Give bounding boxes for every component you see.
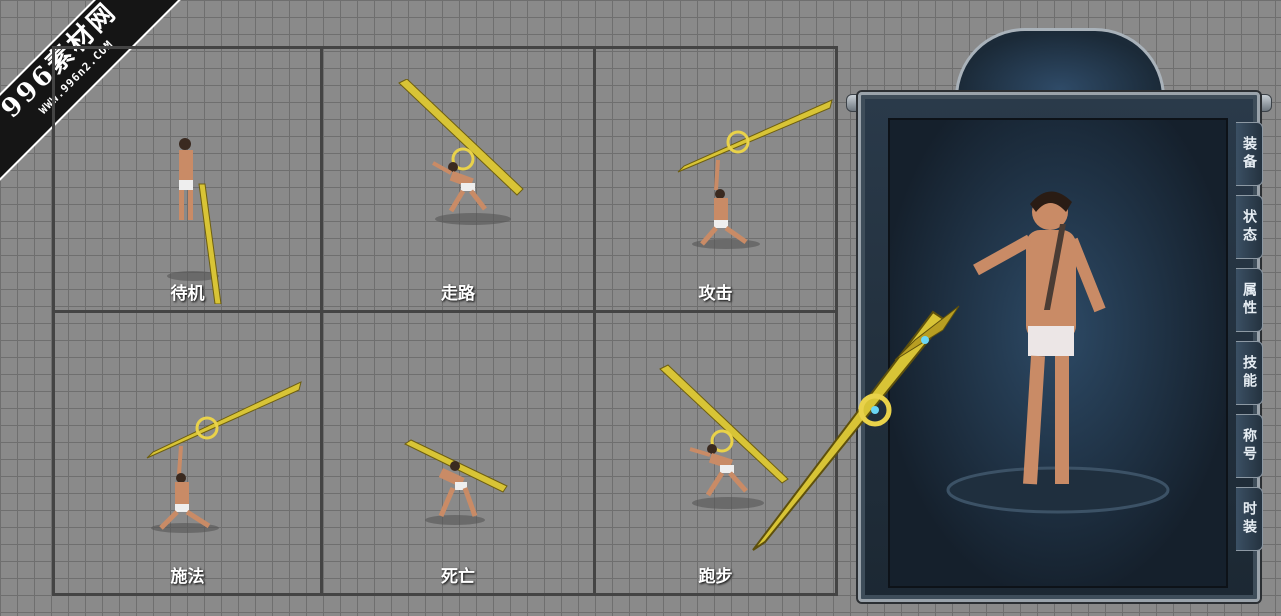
walk-sprite bbox=[398, 79, 524, 225]
attack-sprite bbox=[677, 99, 833, 249]
animation-label: 待机 bbox=[170, 284, 205, 304]
tab-skills[interactable]: 技能 bbox=[1236, 341, 1263, 405]
character-side-tabs: 装备 状态 属性 技能 称号 时装 bbox=[1236, 122, 1264, 560]
animation-cell-cast[interactable]: 施法 bbox=[55, 313, 323, 593]
animation-cell-idle[interactable]: 待机 bbox=[55, 49, 323, 313]
animation-grid: 待机 走路 攻击 施法 死亡 跑步 bbox=[52, 46, 838, 596]
animation-label: 施法 bbox=[170, 567, 205, 587]
animation-cell-walk[interactable]: 走路 bbox=[323, 49, 596, 313]
animation-cell-death[interactable]: 死亡 bbox=[323, 313, 596, 593]
weapon-greatsword-icon bbox=[752, 305, 960, 551]
cast-sprite bbox=[146, 381, 302, 533]
tab-titles[interactable]: 称号 bbox=[1236, 414, 1263, 478]
tab-status[interactable]: 状态 bbox=[1236, 195, 1263, 259]
animation-label: 死亡 bbox=[441, 567, 475, 587]
animation-label: 跑步 bbox=[698, 567, 733, 587]
animation-label: 走路 bbox=[441, 284, 475, 304]
tab-equipment[interactable]: 装备 bbox=[1236, 122, 1263, 186]
death-sprite bbox=[403, 439, 508, 525]
tab-attributes[interactable]: 属性 bbox=[1236, 268, 1263, 332]
animation-cell-attack[interactable]: 攻击 bbox=[596, 49, 835, 313]
tab-fashion[interactable]: 时装 bbox=[1236, 487, 1263, 551]
